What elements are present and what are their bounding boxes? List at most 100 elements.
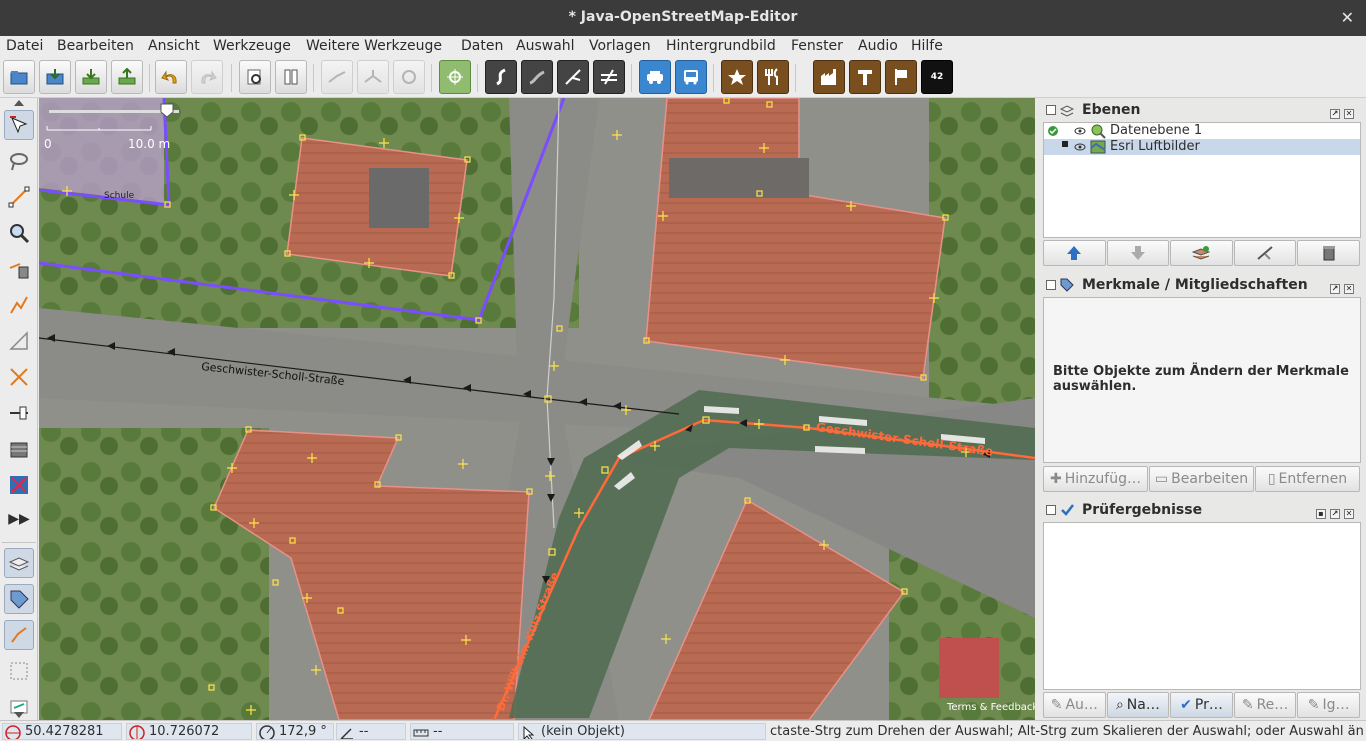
edit-tag-button[interactable]: ▭ Bearbeiten [1149, 466, 1254, 492]
menu-hintergrundbild[interactable]: Hintergrundbild [666, 38, 776, 54]
more-tools[interactable]: ▶▶ [4, 504, 34, 534]
reverse-icon[interactable] [393, 60, 425, 94]
remove-tag-button[interactable]: ▯ Entfernen [1255, 466, 1360, 492]
validation-tab-ig[interactable]: ✎ Ig… [1297, 692, 1360, 718]
open-icon[interactable] [3, 60, 35, 94]
layer-row-datenebene[interactable]: Datenebene 1 [1044, 123, 1360, 139]
car-icon[interactable] [639, 60, 671, 94]
attribution-link[interactable]: Terms & Feedback [947, 702, 1035, 713]
track-icon[interactable] [521, 60, 553, 94]
collapse-icon[interactable] [1046, 505, 1056, 515]
menu-hilfe[interactable]: Hilfe [911, 38, 943, 54]
heading-field: 172,9 ° [256, 723, 334, 740]
tool-icon[interactable] [849, 60, 881, 94]
search-icon: ⌕ [1115, 697, 1124, 713]
ignore-icon: ✎ [1307, 697, 1320, 713]
scroll-up-icon[interactable] [14, 100, 24, 106]
parallel-tool[interactable] [4, 290, 34, 320]
delete-icon-a[interactable] [1233, 240, 1297, 266]
delete-tool[interactable] [4, 254, 34, 284]
validation-tab-na[interactable]: ⌕ Na… [1106, 692, 1170, 718]
validation-tab-re[interactable]: ✎ Re… [1233, 692, 1297, 718]
menu-datei[interactable]: Datei [6, 38, 43, 54]
toggle-tags[interactable] [4, 584, 34, 614]
preferences-icon[interactable] [239, 60, 271, 94]
validation-panel-icon [1061, 504, 1074, 516]
merge-icon[interactable] [1170, 240, 1233, 266]
menu-fenster[interactable]: Fenster [791, 38, 843, 54]
scroll-down-icon[interactable] [14, 712, 24, 718]
toggle-selection[interactable] [4, 620, 34, 650]
close-icon[interactable]: ✕ [1341, 8, 1354, 27]
add-tag-button[interactable]: ✚ Hinzufüg… [1043, 466, 1148, 492]
delete-icon [9, 263, 29, 279]
combine-way-icon[interactable] [357, 60, 389, 94]
undock-icon[interactable]: ↗ [1330, 109, 1340, 119]
lasso-tool[interactable] [4, 146, 34, 176]
zoom-tool[interactable] [4, 218, 34, 248]
menu-weitere-werkzeuge[interactable]: Weitere Werkzeuge [306, 38, 442, 54]
draw-tool[interactable] [4, 182, 34, 212]
building-tool[interactable] [4, 434, 34, 464]
validation-panel-title: Prüfergebnisse [1082, 502, 1203, 518]
visibility-eye-icon[interactable] [1074, 142, 1086, 152]
visibility-eye-icon[interactable] [1074, 126, 1086, 136]
star-icon[interactable] [721, 60, 753, 94]
undock-icon[interactable]: ↗ [1330, 284, 1340, 294]
menu-bearbeiten[interactable]: Bearbeiten [57, 38, 134, 54]
menu-werkzeuge[interactable]: Werkzeuge [213, 38, 291, 54]
building-icon [10, 442, 28, 458]
upload-icon[interactable] [111, 60, 143, 94]
map-view[interactable]: 0 10.0 m Schule Geschwister-Scholl-Straß… [39, 98, 1035, 720]
menu-vorlagen[interactable]: Vorlagen [589, 38, 651, 54]
filter-icon [10, 662, 28, 680]
barrier-icon[interactable] [593, 60, 625, 94]
measure-tool[interactable] [4, 326, 34, 356]
close-panel-icon[interactable]: ✕ [1344, 109, 1354, 119]
map-paint-tool[interactable] [4, 470, 34, 500]
select-all-icon[interactable] [439, 60, 471, 94]
select-tool[interactable] [4, 110, 34, 140]
move-down-icon[interactable] [1106, 240, 1170, 266]
link-icon[interactable] [557, 60, 589, 94]
validation-tab-pr[interactable]: ✔ Pr… [1170, 692, 1233, 718]
undo-icon[interactable] [155, 60, 187, 94]
improve-way-tool[interactable] [4, 398, 34, 428]
validation-tab-auswahl[interactable]: ✎ Au… [1043, 692, 1106, 718]
undock-icon[interactable]: ↗ [1330, 509, 1340, 519]
close-panel-icon[interactable]: ✕ [1344, 509, 1354, 519]
redo-icon[interactable] [191, 60, 223, 94]
check-icon: ✔ [1180, 697, 1192, 713]
extrude-tool[interactable] [4, 362, 34, 392]
industrial-icon[interactable] [813, 60, 845, 94]
sign-icon[interactable] [885, 60, 917, 94]
menu-auswahl[interactable]: Auswahl [516, 38, 575, 54]
settings-icon[interactable]: ▪ [1316, 509, 1326, 519]
move-up-icon[interactable] [1043, 240, 1106, 266]
menu-audio[interactable]: Audio [858, 38, 898, 54]
data-layer-icon [1091, 124, 1106, 139]
toggle-layers[interactable] [4, 548, 34, 578]
download-icon[interactable] [39, 60, 71, 94]
highway-icon[interactable] [485, 60, 517, 94]
scale-value: 10.0 m [128, 137, 171, 151]
collapse-icon[interactable] [1046, 105, 1056, 115]
layer-row-esri[interactable]: Esri Luftbilder [1044, 139, 1360, 155]
preset-42-icon[interactable]: 42 [921, 60, 953, 94]
menu-ansicht[interactable]: Ansicht [148, 38, 200, 54]
toggle-filter[interactable] [4, 656, 34, 686]
map-paint-icon[interactable] [275, 60, 307, 94]
collapse-icon[interactable] [1046, 280, 1056, 290]
scale-zero: 0 [44, 137, 52, 151]
delete-icon-b[interactable] [1297, 240, 1360, 266]
menu-daten[interactable]: Daten [461, 38, 503, 54]
split-way-icon[interactable] [321, 60, 353, 94]
restaurant-icon[interactable] [757, 60, 789, 94]
layers-panel-icon [1060, 105, 1074, 117]
longitude-icon [129, 725, 145, 739]
close-panel-icon[interactable]: ✕ [1344, 284, 1354, 294]
parallel-icon [10, 296, 28, 314]
layer-list: Datenebene 1 Esri Luftbilder [1043, 122, 1361, 238]
bus-icon[interactable] [675, 60, 707, 94]
download-data-icon[interactable] [75, 60, 107, 94]
